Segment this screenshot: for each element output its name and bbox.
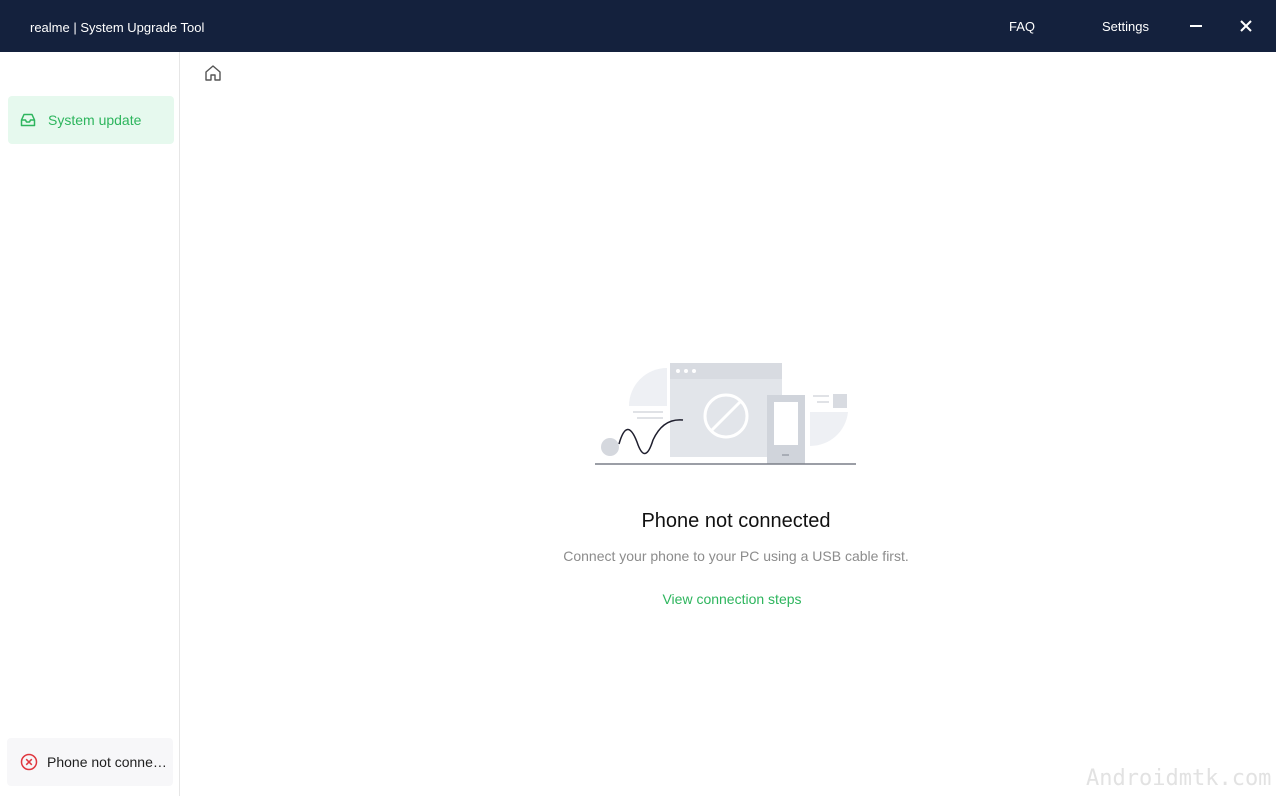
- error-circle-icon: [20, 753, 38, 771]
- connection-status: Phone not connected: [7, 738, 173, 786]
- minimize-button[interactable]: [1182, 12, 1210, 40]
- sidebar-item-system-update[interactable]: System update: [8, 96, 174, 144]
- sidebar-item-label: System update: [48, 112, 142, 128]
- inbox-icon: [20, 113, 36, 127]
- home-icon[interactable]: [203, 64, 223, 82]
- status-text: Phone not connected: [47, 754, 171, 770]
- app-title: realme | System Upgrade Tool: [30, 20, 205, 35]
- settings-link[interactable]: Settings: [1102, 19, 1149, 34]
- close-button[interactable]: [1232, 12, 1260, 40]
- sidebar: System update Phone not connected: [0, 52, 180, 796]
- title-bar: realme | System Upgrade Tool FAQ Setting…: [0, 0, 1276, 52]
- faq-link[interactable]: FAQ: [1009, 19, 1035, 34]
- watermark: Androidmtk.com: [1086, 766, 1272, 791]
- empty-state-description: Connect your phone to your PC using a US…: [563, 548, 909, 564]
- phone-not-connected-illustration: [595, 363, 856, 465]
- view-connection-steps-link[interactable]: View connection steps: [181, 591, 1276, 607]
- minimize-icon: [1190, 25, 1202, 27]
- empty-state-title: Phone not connected: [641, 510, 831, 532]
- close-icon: [1240, 20, 1252, 32]
- main-content: Phone not connected Connect your phone t…: [181, 52, 1276, 796]
